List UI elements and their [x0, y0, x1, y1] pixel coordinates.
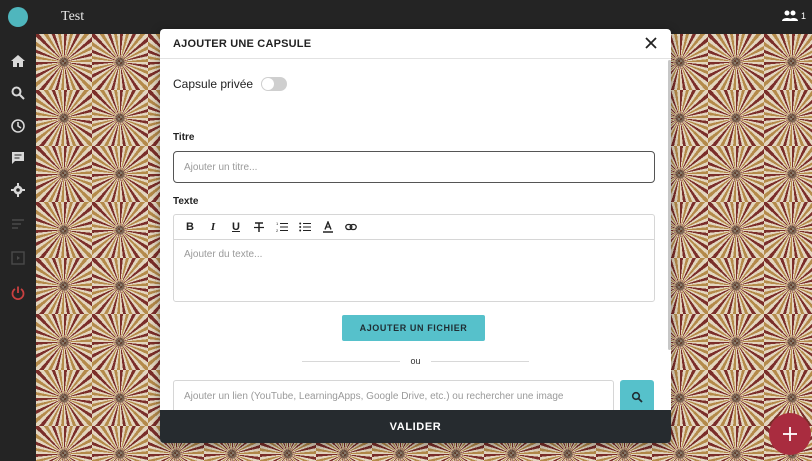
underline-button[interactable]: U	[230, 220, 242, 234]
close-icon	[645, 37, 657, 49]
submit-button[interactable]: VALIDER	[160, 410, 671, 443]
modal-scrollbar[interactable]	[668, 60, 671, 350]
private-label: Capsule privée	[173, 77, 254, 91]
ordered-list-icon: 12	[276, 221, 288, 233]
add-capsule-button[interactable]	[769, 413, 811, 455]
editor-toolbar: B I U 12	[174, 215, 654, 240]
title-input[interactable]: Ajouter un titre...	[173, 151, 655, 183]
avatar[interactable]	[8, 7, 28, 27]
link-input[interactable]: Ajouter un lien (YouTube, LearningApps, …	[173, 380, 614, 410]
bold-button[interactable]: B	[184, 220, 196, 234]
history-icon[interactable]	[9, 117, 27, 135]
link-placeholder: Ajouter un lien (YouTube, LearningApps, …	[184, 391, 564, 402]
close-button[interactable]	[643, 35, 659, 51]
plus-icon	[783, 427, 797, 441]
divider-line	[430, 360, 529, 362]
search-icon	[631, 391, 643, 403]
svg-text:2: 2	[276, 228, 279, 233]
strikethrough-button[interactable]	[253, 220, 265, 234]
link-button[interactable]	[345, 220, 357, 234]
title-label: Titre	[173, 132, 195, 143]
divider-line	[302, 360, 401, 362]
modal-body: Capsule privée Titre Ajouter un titre...…	[160, 60, 671, 410]
text-placeholder[interactable]: Ajouter du texte...	[174, 240, 654, 269]
users-icon	[781, 10, 798, 21]
sort-icon[interactable]	[9, 215, 27, 233]
modal-title: AJOUTER UNE CAPSULE	[173, 38, 312, 50]
text-editor: B I U 12 Ajouter du texte...	[173, 214, 655, 302]
search-icon[interactable]	[9, 84, 27, 102]
sidebar	[0, 34, 36, 461]
fullscreen-icon[interactable]	[9, 249, 27, 267]
link-icon	[345, 223, 357, 231]
chat-icon[interactable]	[9, 149, 27, 167]
add-capsule-modal: AJOUTER UNE CAPSULE Capsule privée Titre…	[160, 29, 671, 443]
title-placeholder: Ajouter un titre...	[184, 161, 258, 173]
add-file-button[interactable]: AJOUTER UN FICHIER	[342, 315, 485, 341]
or-divider: ou	[160, 356, 671, 366]
private-toggle[interactable]	[261, 77, 288, 91]
or-label: ou	[410, 356, 421, 366]
strikethrough-icon	[254, 222, 264, 232]
ordered-list-button[interactable]: 12	[276, 220, 288, 234]
home-icon[interactable]	[9, 52, 27, 70]
bullet-list-icon	[299, 222, 311, 232]
gear-icon[interactable]	[9, 181, 27, 199]
power-icon[interactable]	[9, 284, 27, 302]
italic-button[interactable]: I	[207, 220, 219, 234]
text-color-button[interactable]	[322, 220, 334, 234]
users-count: 1	[800, 11, 806, 21]
search-button[interactable]	[620, 380, 654, 410]
svg-text:1: 1	[276, 221, 279, 226]
text-color-icon	[323, 221, 333, 233]
text-label: Texte	[173, 196, 199, 207]
bullet-list-button[interactable]	[299, 220, 311, 234]
modal-header: AJOUTER UNE CAPSULE	[160, 29, 671, 59]
page-title: Test	[61, 9, 85, 24]
users-indicator[interactable]: 1	[781, 10, 806, 22]
private-row: Capsule privée	[173, 77, 288, 91]
